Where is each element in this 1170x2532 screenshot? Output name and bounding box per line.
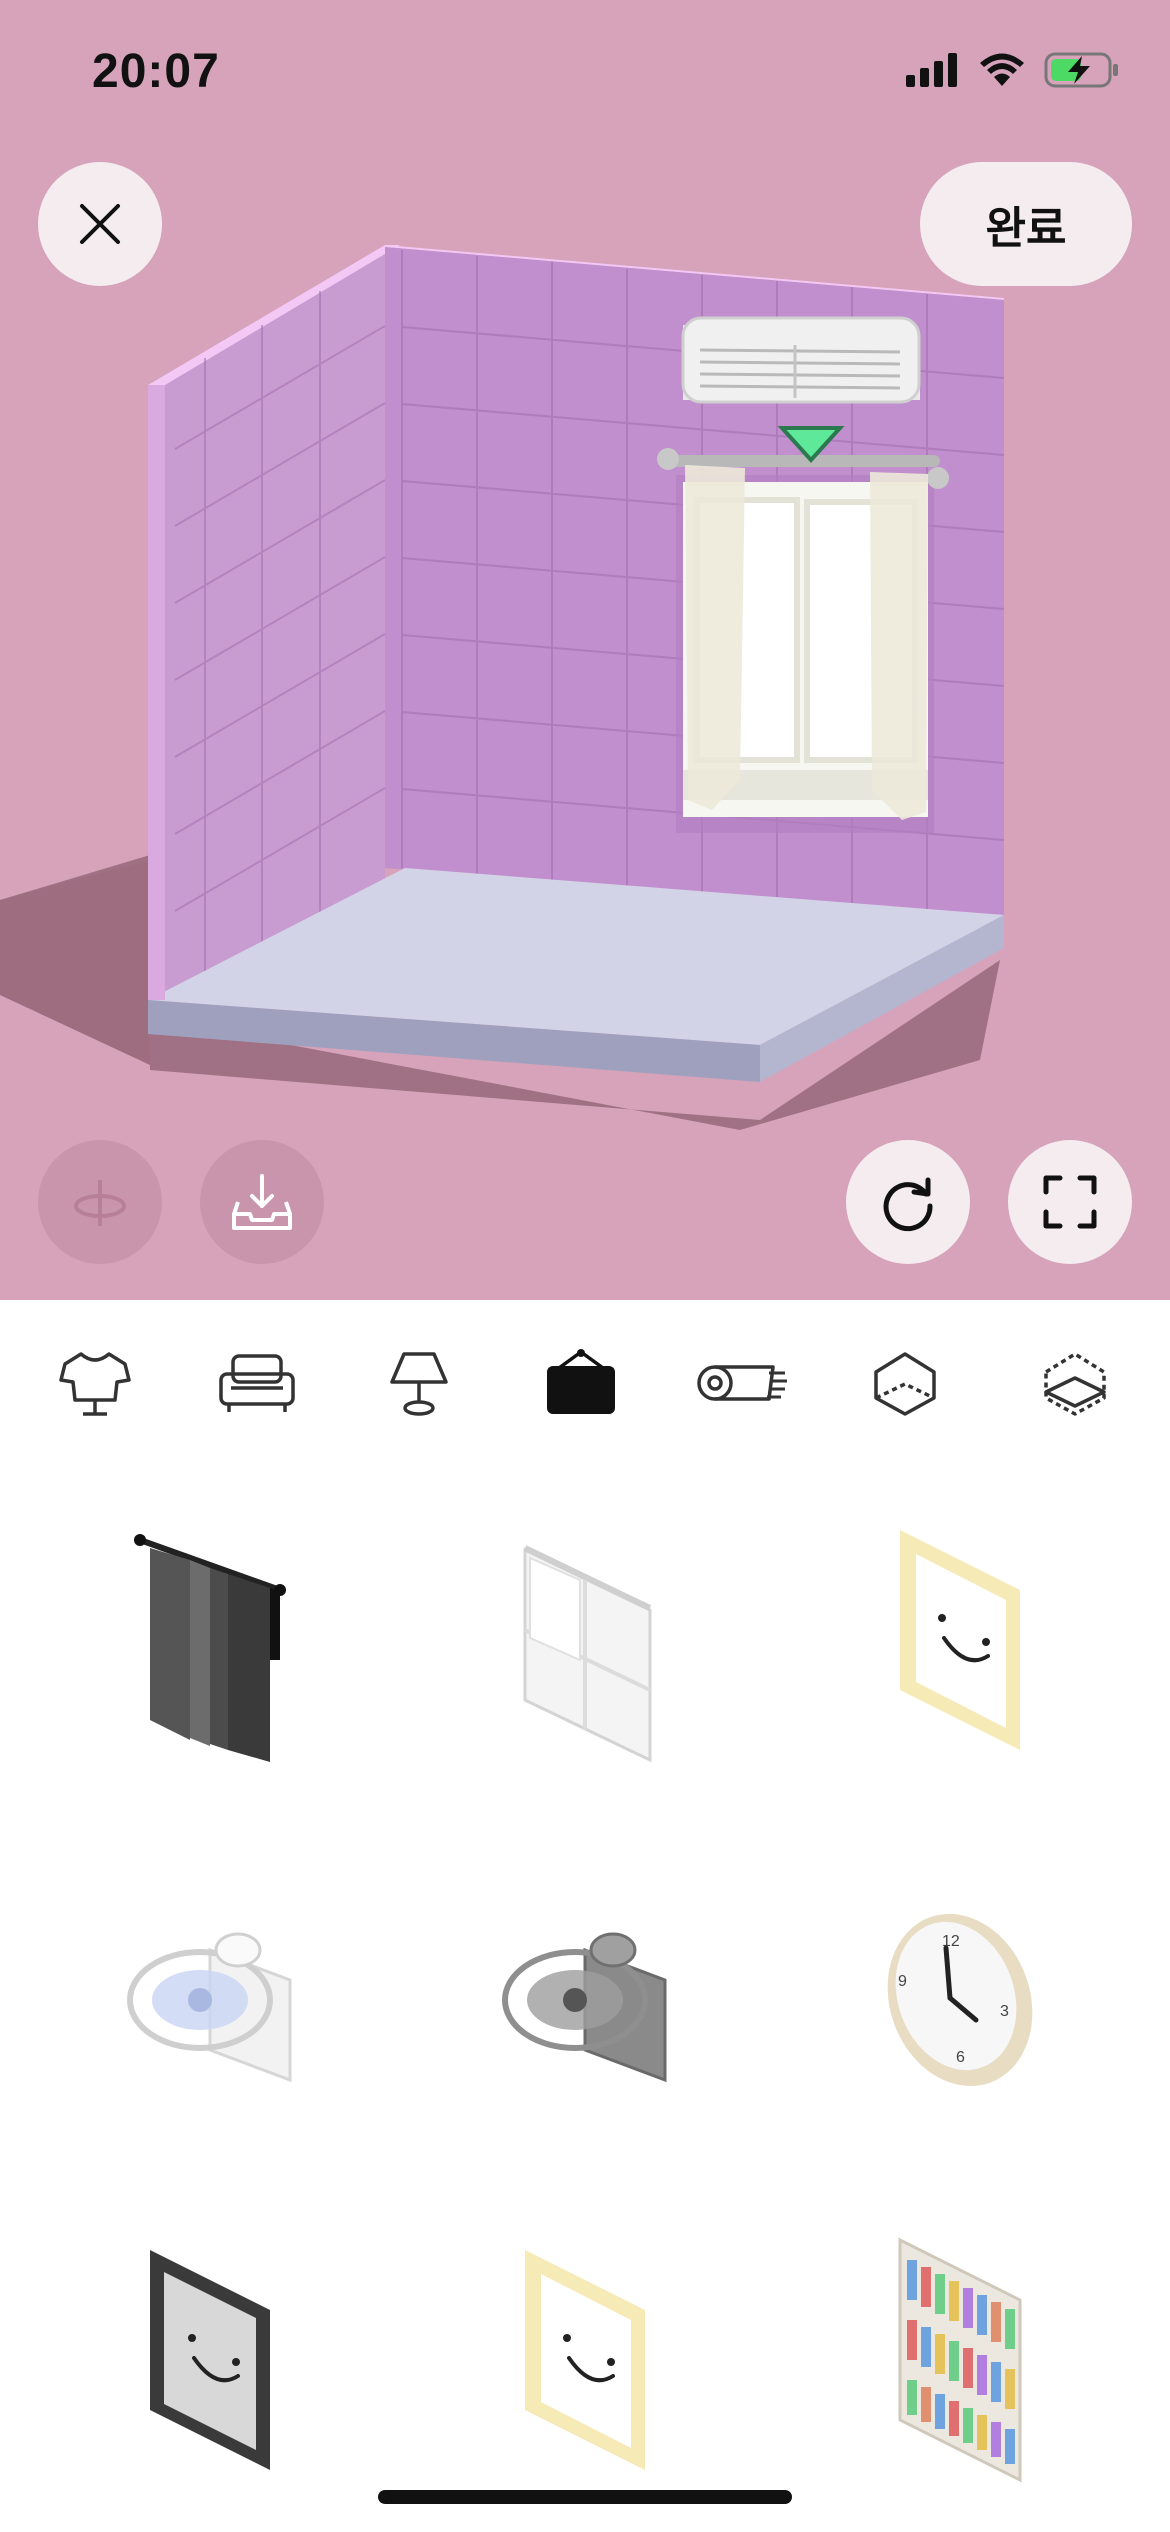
item-dark-curtain[interactable]	[60, 1490, 360, 1790]
clothing-icon	[59, 1352, 131, 1416]
tab-rugs[interactable]	[688, 1338, 798, 1428]
clock-number-9: 9	[898, 1973, 907, 1990]
home-indicator[interactable]	[378, 2490, 792, 2504]
cream-smile-frame-2-icon	[525, 2250, 645, 2470]
item-grid: 12 3 6 9	[0, 1470, 1170, 2532]
tab-walls[interactable]	[850, 1338, 960, 1428]
tab-clothing[interactable]	[40, 1338, 150, 1428]
fullscreen-button[interactable]	[1008, 1140, 1132, 1264]
room-scene[interactable]: 20:07 완료	[0, 0, 1170, 1300]
window-with-curtains[interactable]	[657, 448, 949, 820]
save-to-inventory-icon	[232, 1174, 292, 1230]
tab-furniture[interactable]	[202, 1338, 312, 1428]
item-white-wall-fan[interactable]	[60, 1850, 360, 2150]
reset-icon	[883, 1177, 933, 1232]
rug-icon	[697, 1365, 787, 1401]
cream-smile-frame-icon	[900, 1530, 1020, 1750]
rotate-view-button[interactable]	[38, 1140, 162, 1264]
signal-icon	[906, 53, 957, 87]
reset-button[interactable]	[846, 1140, 970, 1264]
battery-charging-icon	[1044, 52, 1118, 88]
clock-number-6: 6	[956, 2049, 965, 2066]
item-bookshelf-wall[interactable]	[810, 2210, 1110, 2510]
dark-curtain-icon	[134, 1534, 286, 1762]
status-bar: 20:07	[0, 0, 1170, 150]
save-to-inventory-button[interactable]	[200, 1140, 324, 1264]
item-gray-wall-fan[interactable]	[435, 1850, 735, 2150]
rotate-view-icon	[74, 1180, 126, 1226]
clock-number-3: 3	[1000, 2003, 1009, 2020]
item-white-curtain[interactable]	[435, 1490, 735, 1790]
category-tab-bar	[0, 1300, 1170, 1460]
wifi-icon	[980, 53, 1024, 86]
wall-icon	[874, 1352, 936, 1416]
black-smile-frame-icon	[150, 2250, 270, 2470]
gray-wall-fan-icon	[502, 1932, 667, 2083]
tab-lighting[interactable]	[364, 1338, 474, 1428]
tab-wall-decor[interactable]	[526, 1338, 636, 1428]
item-wall-clock[interactable]: 12 3 6 9	[810, 1850, 1110, 2150]
wall-frame-icon	[547, 1349, 615, 1414]
item-cream-smile-frame[interactable]	[810, 1490, 1110, 1790]
bookshelf-wall-icon	[898, 2237, 1022, 2483]
white-curtain-icon	[523, 1545, 652, 1763]
close-button[interactable]	[38, 162, 162, 286]
white-wall-fan-icon	[127, 1932, 292, 2083]
status-time: 20:07	[92, 45, 220, 98]
air-conditioner[interactable]	[681, 316, 921, 404]
floor-icon	[1044, 1352, 1106, 1416]
lamp-icon	[390, 1352, 448, 1416]
tab-floors[interactable]	[1020, 1338, 1130, 1428]
wall-clock-icon: 12 3 6 9	[887, 1913, 1033, 2087]
item-cream-smile-frame-2[interactable]	[435, 2210, 735, 2510]
item-black-smile-frame[interactable]	[60, 2210, 360, 2510]
fullscreen-icon	[1043, 1175, 1097, 1229]
done-button[interactable]: 완료	[920, 162, 1132, 286]
close-icon	[80, 204, 120, 244]
sofa-icon	[219, 1354, 295, 1412]
